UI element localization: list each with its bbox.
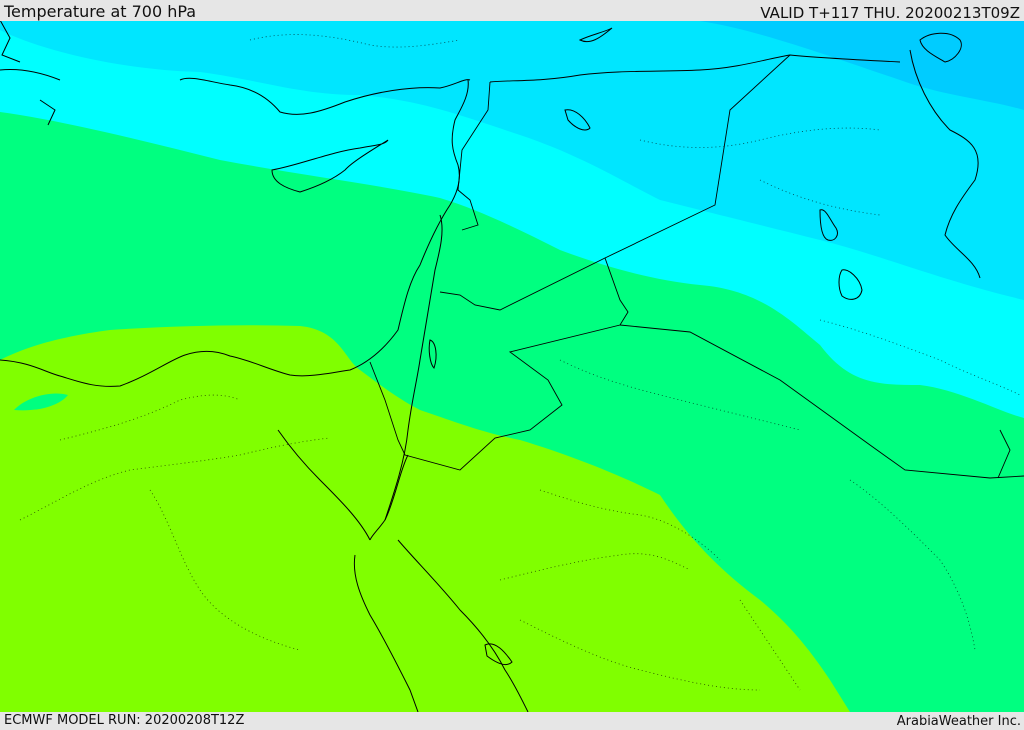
credit-label: ArabiaWeather Inc.: [896, 714, 1021, 729]
model-run: ECMWF MODEL RUN: 20200208T12Z: [4, 713, 245, 728]
footer-bar: ECMWF MODEL RUN: 20200208T12Z ArabiaWeat…: [0, 712, 1024, 729]
header-bar: Temperature at 700 hPa VALID T+117 THU. …: [0, 0, 1024, 21]
valid-time: VALID T+117 THU. 20200213T09Z: [760, 4, 1020, 22]
map-title: Temperature at 700 hPa: [4, 2, 197, 21]
temperature-map: [0, 21, 1024, 712]
